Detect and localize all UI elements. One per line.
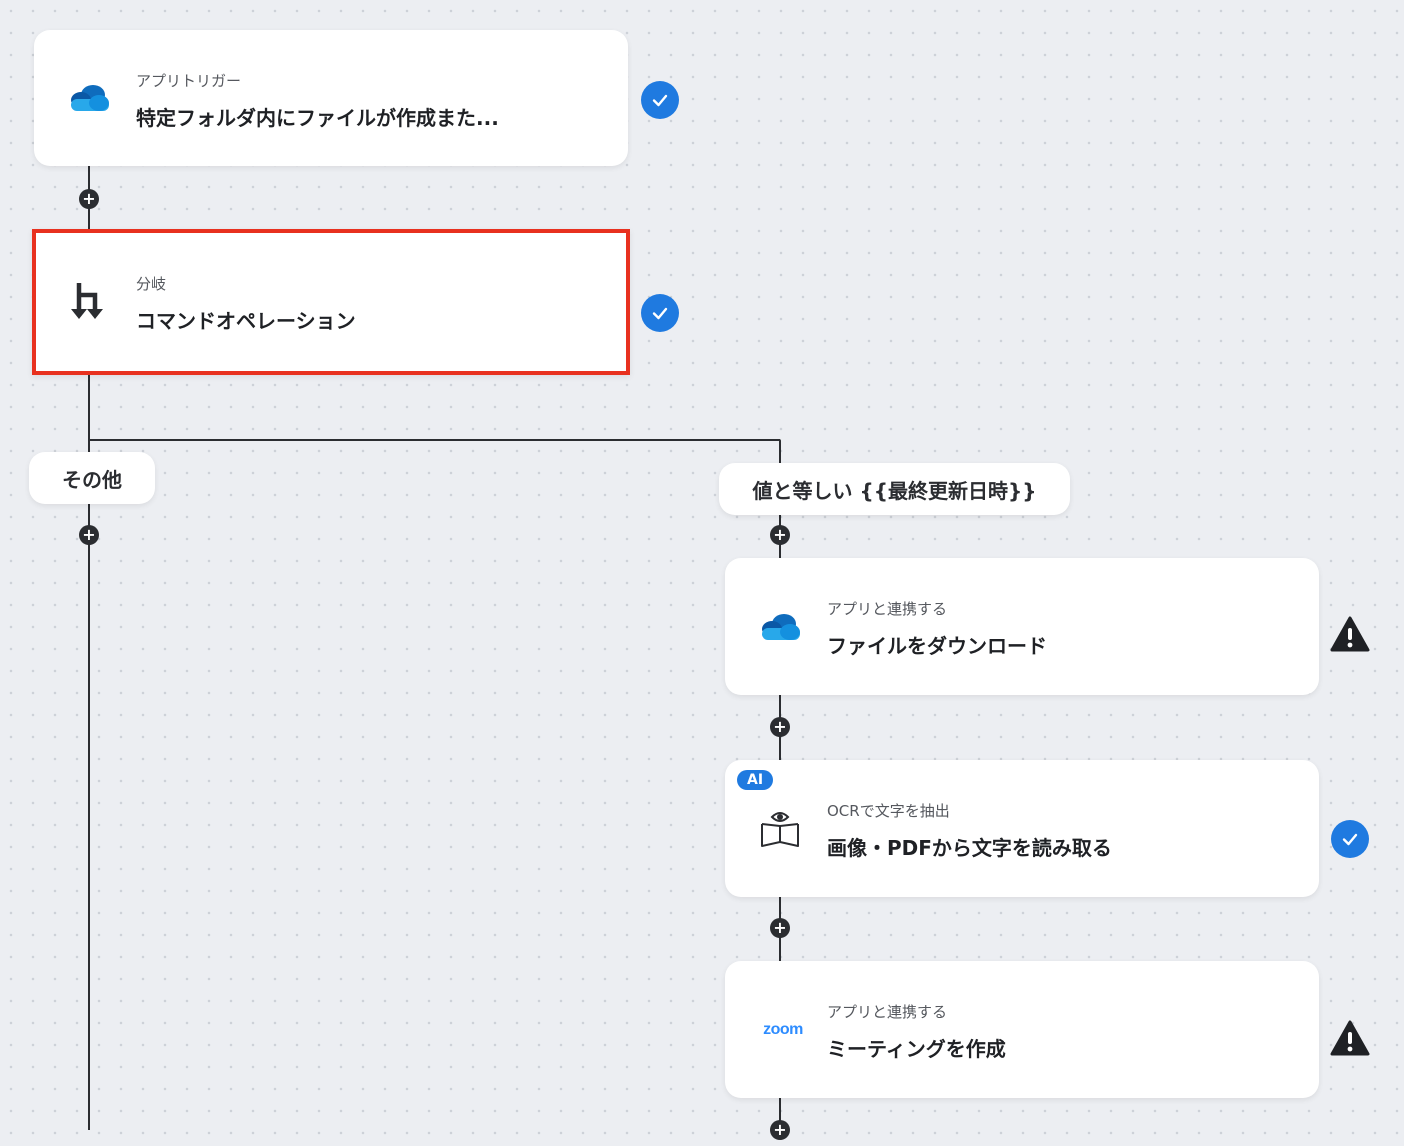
connector-line-right-branch	[779, 439, 781, 463]
trigger-card[interactable]: アプリトリガー 特定フォルダ内にファイルが作成また...	[34, 30, 628, 166]
step-ocr-title: 画像・PDFから文字を読み取る	[827, 836, 1112, 860]
add-step-button-1[interactable]: +	[79, 189, 99, 209]
onedrive-cloud-icon	[66, 75, 112, 121]
book-eye-ocr-icon	[757, 806, 803, 852]
branch-title: コマンドオペレーション	[136, 309, 356, 333]
step-ocr-sublabel: OCRで文字を抽出	[827, 802, 950, 820]
branch-sublabel: 分岐	[136, 275, 167, 293]
warning-triangle-icon	[1330, 616, 1370, 652]
step-zoom-card[interactable]: zoom アプリと連携する ミーティングを作成	[725, 961, 1319, 1098]
ai-badge: AI	[737, 770, 774, 790]
branch-equals-label[interactable]: 値と等しい {{最終更新日時}}	[719, 463, 1070, 515]
step-download-card[interactable]: アプリと連携する ファイルをダウンロード	[725, 558, 1319, 695]
add-step-button-other[interactable]: +	[79, 525, 99, 545]
check-circle-icon	[1331, 820, 1369, 858]
step-ocr-card[interactable]: AI OCRで文字を抽出 画像・PDFから文字を読み取る	[725, 760, 1319, 897]
branch-other-label[interactable]: その他	[29, 452, 155, 504]
add-step-button-after-ocr[interactable]: +	[770, 918, 790, 938]
step-zoom-title: ミーティングを作成	[827, 1037, 1006, 1061]
check-circle-icon	[641, 81, 679, 119]
add-step-button-after-download[interactable]: +	[770, 717, 790, 737]
add-step-button-after-zoom[interactable]: +	[770, 1120, 790, 1140]
warning-triangle-icon	[1330, 1020, 1370, 1056]
onedrive-cloud-icon	[757, 604, 803, 650]
check-circle-icon	[641, 294, 679, 332]
add-step-button-equals[interactable]: +	[770, 525, 790, 545]
trigger-title: 特定フォルダ内にファイルが作成また...	[136, 106, 499, 130]
branch-card[interactable]: 分岐 コマンドオペレーション	[32, 229, 630, 375]
step-download-title: ファイルをダウンロード	[827, 634, 1047, 658]
trigger-sublabel: アプリトリガー	[136, 72, 242, 90]
branch-arrows-icon	[66, 279, 112, 325]
connector-line-horizontal	[88, 439, 780, 441]
zoom-logo-icon: zoom	[763, 1020, 803, 1038]
step-download-sublabel: アプリと連携する	[827, 600, 948, 618]
step-zoom-sublabel: アプリと連携する	[827, 1003, 948, 1021]
